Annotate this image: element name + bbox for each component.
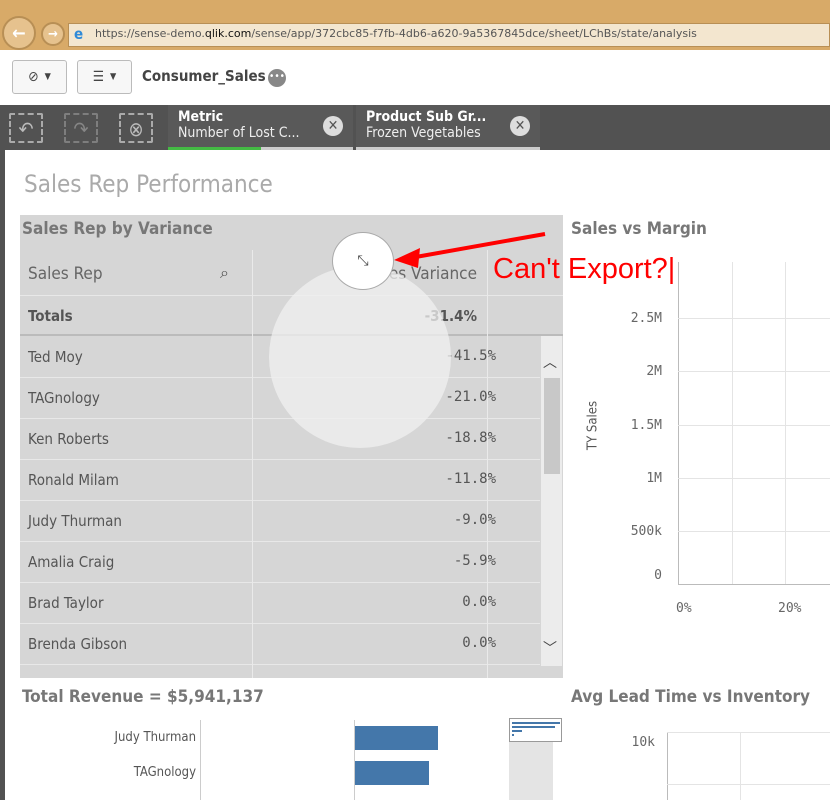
rep-name: Ted Moy xyxy=(28,348,83,366)
clear-all-selections-icon[interactable]: ⊗ xyxy=(119,113,153,143)
table-row[interactable]: Ronald Milam -11.8% xyxy=(20,460,540,501)
selection-chip-metric[interactable]: Metric Number of Lost C... ✕ xyxy=(168,105,353,150)
chevron-up-icon[interactable]: ︿ xyxy=(543,352,557,372)
variance-value: 0.0% xyxy=(462,635,496,651)
more-icon[interactable]: ••• xyxy=(268,69,286,87)
y-tick: 10k xyxy=(631,735,655,750)
collapse-icon: ⤡ xyxy=(357,253,369,269)
step-back-icon[interactable]: ↶ xyxy=(9,113,43,143)
bar[interactable] xyxy=(355,726,438,750)
compass-icon: ⊘ xyxy=(28,69,39,85)
back-button[interactable]: ← xyxy=(2,16,36,50)
variance-value: -9.0% xyxy=(453,512,496,528)
table-row[interactable]: Amalia Craig -5.9% xyxy=(20,542,540,583)
touch-highlight xyxy=(269,266,451,448)
global-menu-button[interactable]: ☰ ▼ xyxy=(77,60,132,94)
variance-value: 0.0% xyxy=(462,594,496,610)
chevron-down-icon: ▼ xyxy=(110,72,117,82)
x-tick: 20% xyxy=(778,601,802,616)
x-tick: 0% xyxy=(676,601,692,616)
revenue-title: Total Revenue = $5,941,137 xyxy=(22,687,264,707)
minichart-scrollbar[interactable] xyxy=(509,739,553,800)
scatter-title: Sales vs Margin xyxy=(571,219,707,239)
totals-label: Totals xyxy=(28,307,73,325)
list-icon: ☰ xyxy=(92,69,105,85)
chevron-down-icon: ▼ xyxy=(44,72,51,82)
url-prefix: https://sense-demo. xyxy=(95,27,205,40)
table-row[interactable]: Judy Thurman -9.0% xyxy=(20,501,540,542)
chip-value: Number of Lost C... xyxy=(178,125,300,141)
chip-title: Metric xyxy=(178,109,224,125)
bar[interactable] xyxy=(355,761,429,785)
chip-value: Frozen Vegetables xyxy=(366,125,481,141)
y-tick: 2M xyxy=(646,364,662,379)
selection-progress xyxy=(168,147,261,150)
sheet-title: Sales Rep Performance xyxy=(24,170,273,198)
scrollbar-thumb[interactable] xyxy=(544,378,560,474)
forward-button[interactable]: → xyxy=(41,22,65,46)
variance-value: -21.0% xyxy=(445,389,496,405)
rep-name: Judy Thurman xyxy=(28,512,122,530)
arrow-left-icon: ← xyxy=(12,22,26,44)
y-tick: 2.5M xyxy=(630,311,662,326)
column-divider xyxy=(487,250,488,678)
scatter-chart[interactable]: 2.5M 2M 1.5M 1M 500k 0 0% 20% TY Sales xyxy=(570,250,830,620)
app-title: Consumer_Sales xyxy=(142,67,266,85)
table-row[interactable]: Brad Taylor 0.0% xyxy=(20,583,540,624)
rep-name: Ken Roberts xyxy=(28,430,109,448)
y-axis-label: TY Sales xyxy=(585,400,601,451)
selection-chip-product-sub-group[interactable]: Product Sub Gr... Frozen Vegetables ✕ xyxy=(356,105,540,150)
url-path: /sense/app/372cbc85-f7fb-4db6-a620-9a536… xyxy=(251,27,697,40)
step-forward-icon[interactable]: ↷ xyxy=(64,113,98,143)
table-row[interactable]: Brenda Gibson 0.0% xyxy=(20,624,540,665)
search-icon[interactable]: ⌕ xyxy=(220,263,229,283)
y-tick: 1M xyxy=(646,471,662,486)
y-tick: 500k xyxy=(630,524,662,539)
rep-name: Brenda Gibson xyxy=(28,635,128,653)
variance-value: -18.8% xyxy=(445,430,496,446)
navigation-menu-button[interactable]: ⊘ ▼ xyxy=(12,60,67,94)
bar-label: Judy Thurman xyxy=(114,730,196,745)
leadtime-chart[interactable]: 10k xyxy=(570,720,830,800)
variance-value: -41.5% xyxy=(445,348,496,364)
y-tick: 0 xyxy=(654,568,662,583)
chip-title: Product Sub Gr... xyxy=(366,109,487,125)
column-header-sales-rep[interactable]: Sales Rep xyxy=(28,264,103,284)
variance-value: -5.9% xyxy=(453,553,496,569)
y-tick: 1.5M xyxy=(630,418,662,433)
leadtime-title: Avg Lead Time vs Inventory xyxy=(571,687,811,707)
minichart-thumb[interactable] xyxy=(509,718,562,742)
arrow-right-icon: → xyxy=(48,26,58,42)
bar-label: TAGnology xyxy=(133,765,196,780)
rep-name: Ronald Milam xyxy=(28,471,119,489)
table-title: Sales Rep by Variance xyxy=(22,219,213,239)
address-bar[interactable]: https://sense-demo.qlik.com/sense/app/37… xyxy=(68,23,830,47)
sheet-border xyxy=(0,150,5,800)
rep-name: Brad Taylor xyxy=(28,594,104,612)
close-icon[interactable]: ✕ xyxy=(323,116,343,136)
table-row[interactable]: Ken Roberts -18.8% xyxy=(20,419,540,460)
column-divider xyxy=(252,250,253,678)
rep-name: Amalia Craig xyxy=(28,553,115,571)
sales-rep-table[interactable]: Sales Rep by Variance Sales Rep ⌕ Sales … xyxy=(20,215,563,678)
chevron-down-icon[interactable]: ﹀ xyxy=(543,638,557,658)
exit-fullscreen-button[interactable]: ⤡ xyxy=(332,232,394,290)
ie-logo-icon: e xyxy=(74,25,84,43)
revenue-bar-chart[interactable]: Judy Thurman TAGnology xyxy=(0,715,565,800)
variance-value: -11.8% xyxy=(445,471,496,487)
rep-name: TAGnology xyxy=(28,389,100,407)
close-icon[interactable]: ✕ xyxy=(510,116,530,136)
url-domain: qlik.com xyxy=(204,27,252,40)
